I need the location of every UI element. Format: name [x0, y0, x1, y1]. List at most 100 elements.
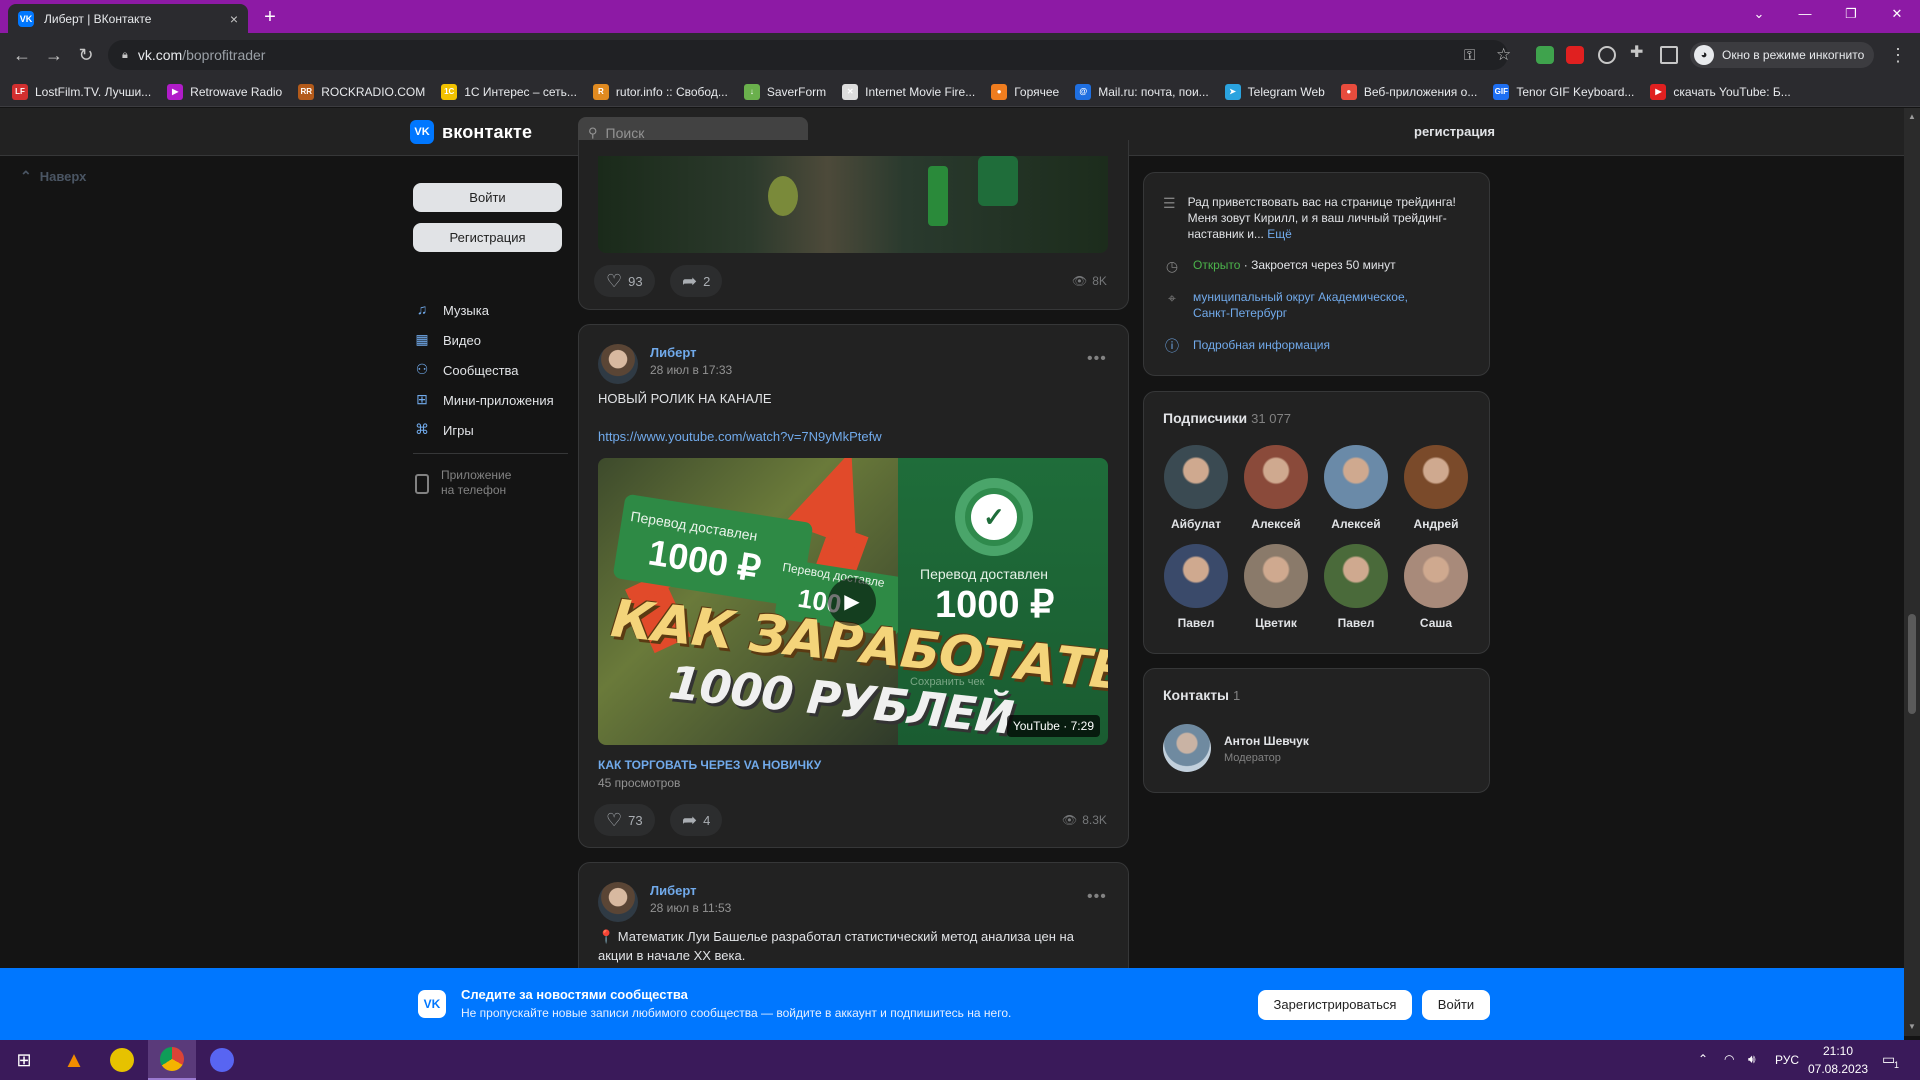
- like-button[interactable]: ♡ 73: [594, 804, 655, 836]
- play-icon[interactable]: ▶: [828, 578, 876, 626]
- clock-date[interactable]: 07.08.2023: [1808, 1062, 1868, 1076]
- language-indicator[interactable]: РУС: [1775, 1053, 1799, 1067]
- bookmark-item[interactable]: RR ROCKRADIO.COM: [298, 83, 425, 100]
- contact-avatar[interactable]: [1163, 724, 1211, 772]
- subscriber-item[interactable]: Павел: [1323, 544, 1389, 630]
- subscriber-avatar[interactable]: [1244, 544, 1308, 608]
- register-button[interactable]: Регистрация: [413, 223, 562, 252]
- subscriber-item[interactable]: Айбулат: [1163, 445, 1229, 531]
- scrollbar-thumb[interactable]: [1908, 614, 1916, 714]
- subscriber-name[interactable]: Алексей: [1323, 517, 1389, 531]
- bookmark-item[interactable]: ▶ скачать YouTube: Б...: [1650, 83, 1791, 100]
- scroll-down-arrow-icon[interactable]: ▼: [1908, 1022, 1916, 1031]
- address-bar[interactable]: 🔒︎ vk.com /boprofitrader ⚿ ☆: [108, 40, 1511, 70]
- post-author[interactable]: Либерт: [650, 883, 697, 898]
- bookmark-item[interactable]: LF LostFilm.TV. Лучши...: [12, 83, 151, 100]
- video-title[interactable]: КАК ТОРГОВАТЬ ЧЕРЕЗ VA НОВИЧКУ: [598, 758, 821, 772]
- address-line1[interactable]: муниципальный округ Академическое,: [1193, 289, 1408, 305]
- subscriber-name[interactable]: Павел: [1163, 616, 1229, 630]
- browser-tab-active[interactable]: VK Либерт | ВКонтакте ×: [8, 4, 248, 33]
- subscriber-avatar[interactable]: [1164, 445, 1228, 509]
- wifi-icon[interactable]: ◠: [1724, 1052, 1734, 1066]
- details-row[interactable]: ⓘ Подробная информация: [1163, 337, 1330, 355]
- forward-arrow-icon[interactable]: →: [42, 43, 66, 67]
- more-options-icon[interactable]: •••: [1087, 350, 1107, 368]
- extension-circle-icon[interactable]: [1598, 46, 1616, 64]
- sidebar-item-mini-apps[interactable]: ⊞ Мини-приложения: [413, 385, 563, 415]
- bookmark-item[interactable]: ● Горячее: [991, 83, 1059, 100]
- bookmark-item[interactable]: @ Mail.ru: почта, пои...: [1075, 83, 1209, 100]
- bookmark-item[interactable]: ➤ Telegram Web: [1224, 83, 1325, 100]
- bookmark-star-icon[interactable]: ☆: [1496, 45, 1511, 65]
- subscriber-name[interactable]: Андрей: [1403, 517, 1469, 531]
- incognito-indicator[interactable]: ◕ Окно в режиме инкогнито: [1690, 42, 1875, 68]
- bookmark-item[interactable]: ✕ Internet Movie Fire...: [842, 83, 975, 100]
- subscriber-item[interactable]: Саша: [1403, 544, 1469, 630]
- contacts-header[interactable]: Контакты 1: [1163, 687, 1240, 703]
- author-avatar[interactable]: [598, 882, 638, 922]
- sidebar-item-games[interactable]: ⌘ Игры: [413, 415, 563, 445]
- sidebar-item-video[interactable]: ▦ Видео: [413, 325, 563, 355]
- volume-icon[interactable]: 🔊︎: [1748, 1052, 1756, 1067]
- mobile-app-link[interactable]: Приложение на телефон: [413, 468, 511, 498]
- page-scrollbar[interactable]: ▲ ▼: [1904, 108, 1920, 1036]
- subscriber-item[interactable]: Андрей: [1403, 445, 1469, 531]
- close-tab-icon[interactable]: ×: [230, 11, 238, 27]
- extension-youtube-icon[interactable]: [1566, 46, 1584, 64]
- bookmark-item[interactable]: ▶ Retrowave Radio: [167, 83, 282, 100]
- video-thumbnail[interactable]: Перевод доставлен 1000 ₽ Перевод доставл…: [598, 458, 1108, 745]
- bookmark-item[interactable]: ● Веб-приложения о...: [1340, 83, 1477, 100]
- post-image[interactable]: [598, 156, 1108, 253]
- side-panel-icon[interactable]: [1660, 46, 1678, 64]
- tray-chevron-up-icon[interactable]: ⌃: [1698, 1052, 1708, 1066]
- subscriber-avatar[interactable]: [1404, 544, 1468, 608]
- banner-login-button[interactable]: Войти: [1422, 990, 1490, 1020]
- bookmark-item[interactable]: 1С 1С Интерес – сеть...: [441, 83, 577, 100]
- subscriber-avatar[interactable]: [1244, 445, 1308, 509]
- contact-name[interactable]: Антон Шевчук: [1224, 734, 1309, 748]
- back-to-top-button[interactable]: ⌃ Наверх: [20, 168, 86, 185]
- extension-shield-icon[interactable]: [1536, 46, 1554, 64]
- bookmark-item[interactable]: Rrutor.info :: Свобод...: [592, 83, 728, 100]
- taskbar-vlc[interactable]: ▲: [50, 1040, 98, 1080]
- vk-logo[interactable]: VK вконтакте: [410, 120, 532, 144]
- back-arrow-icon[interactable]: ←: [10, 43, 34, 67]
- tab-search-chevron-icon[interactable]: ⌄: [1736, 0, 1782, 30]
- subscriber-item[interactable]: Павел: [1163, 544, 1229, 630]
- post-author[interactable]: Либерт: [650, 345, 697, 360]
- minimize-button[interactable]: —: [1782, 0, 1828, 30]
- sidebar-item-music[interactable]: ♫ Музыка: [413, 295, 563, 325]
- close-window-button[interactable]: ✕: [1874, 0, 1920, 30]
- like-button[interactable]: ♡ 93: [594, 265, 655, 297]
- search-input[interactable]: [605, 124, 786, 141]
- subscriber-name[interactable]: Саша: [1403, 616, 1469, 630]
- restore-button[interactable]: ❐: [1828, 0, 1874, 30]
- subscriber-avatar[interactable]: [1404, 445, 1468, 509]
- reload-icon[interactable]: ↻: [74, 43, 98, 67]
- sidebar-item-communities[interactable]: ⚇ Сообщества: [413, 355, 563, 385]
- subscriber-name[interactable]: Айбулат: [1163, 517, 1229, 531]
- password-key-icon[interactable]: ⚿: [1464, 47, 1475, 64]
- subscriber-avatar[interactable]: [1324, 445, 1388, 509]
- author-avatar[interactable]: [598, 344, 638, 384]
- bookmark-item[interactable]: GIF Tenor GIF Keyboard...: [1493, 83, 1634, 100]
- banner-register-button[interactable]: Зарегистрироваться: [1258, 990, 1412, 1020]
- share-button[interactable]: ➦ 4: [670, 804, 723, 836]
- subscriber-item[interactable]: Алексей: [1323, 445, 1389, 531]
- details-link[interactable]: Подробная информация: [1193, 337, 1330, 353]
- subscriber-name[interactable]: Павел: [1323, 616, 1389, 630]
- subscriber-item[interactable]: Алексей: [1243, 445, 1309, 531]
- post-date[interactable]: 28 июл в 17:33: [650, 363, 732, 377]
- clock-time[interactable]: 21:10: [1823, 1044, 1853, 1058]
- address-row[interactable]: ⌖ муниципальный округ Академическое, Сан…: [1163, 289, 1408, 321]
- taskbar-chrome[interactable]: [148, 1040, 196, 1080]
- share-button[interactable]: ➦ 2: [670, 265, 723, 297]
- address-line2[interactable]: Санкт-Петербург: [1193, 305, 1408, 321]
- subscriber-item[interactable]: Цветик: [1243, 544, 1309, 630]
- new-tab-button[interactable]: +: [258, 5, 282, 29]
- login-button[interactable]: Войти: [413, 183, 562, 212]
- subscriber-avatar[interactable]: [1324, 544, 1388, 608]
- subscribers-header[interactable]: Подписчики 31 077: [1163, 410, 1291, 426]
- post-date[interactable]: 28 июл в 11:53: [650, 901, 731, 915]
- taskbar-app-triangle[interactable]: [98, 1040, 146, 1080]
